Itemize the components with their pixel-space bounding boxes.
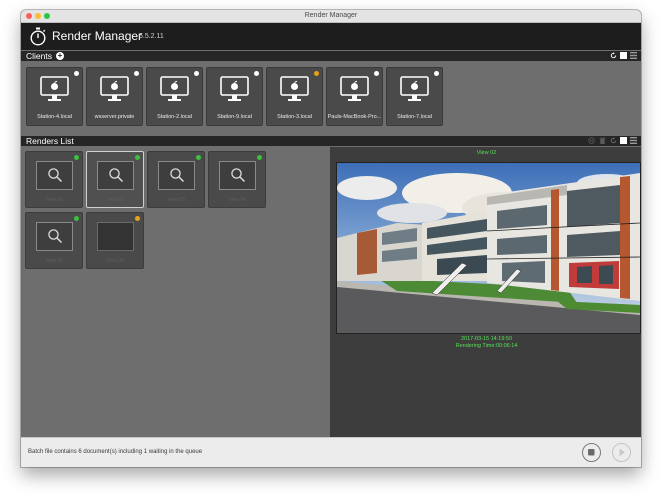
window-title: Render Manager xyxy=(304,12,358,19)
client-status-dot xyxy=(434,71,439,76)
client-name: Station-4.local xyxy=(37,114,72,120)
play-button[interactable] xyxy=(612,443,631,462)
client-name: Pauls-MacBook-Pro... xyxy=(327,114,382,120)
app-window: Render Manager Render Manager 6.5.2.11 C… xyxy=(21,10,641,467)
client-status-dot xyxy=(254,71,259,76)
render-thumbnail xyxy=(97,161,134,190)
render-thumbnail xyxy=(219,161,256,190)
grid-view-icon[interactable] xyxy=(620,137,627,144)
render-card[interactable]: View 03 xyxy=(147,151,205,208)
monitor-icon xyxy=(100,76,129,101)
preview-caption: View 02 xyxy=(476,150,497,156)
render-status-dot xyxy=(135,155,140,160)
client-card[interactable]: Station-4.local xyxy=(26,67,83,126)
client-card[interactable]: Station-3.local xyxy=(266,67,323,126)
magnifier-icon xyxy=(170,168,185,183)
client-name: Station-3.local xyxy=(277,114,312,120)
render-status-dot xyxy=(196,155,201,160)
add-client-icon[interactable]: + xyxy=(56,52,64,60)
renders-title: Renders List xyxy=(26,136,74,146)
magnifier-icon xyxy=(48,229,63,244)
magnifier-icon xyxy=(231,168,246,183)
render-status-dot xyxy=(135,216,140,221)
client-name: wsserver.private xyxy=(94,114,135,120)
render-status-dot xyxy=(74,155,79,160)
list-view-icon[interactable] xyxy=(630,137,637,144)
monitor-icon xyxy=(40,76,69,101)
render-card-selected[interactable]: View 02 xyxy=(86,151,144,208)
render-name: View 02 xyxy=(106,197,124,203)
magnifier-icon xyxy=(109,168,124,183)
render-card[interactable]: View 06 xyxy=(86,212,144,269)
preview-render-time: Rendering Time:00:06:14 xyxy=(455,343,518,349)
render-thumbnail xyxy=(158,161,195,190)
client-status-dot xyxy=(134,71,139,76)
client-card[interactable]: Pauls-MacBook-Pro... xyxy=(326,67,383,126)
render-status-dot xyxy=(74,216,79,221)
monitor-icon xyxy=(340,76,369,101)
refresh-icon[interactable] xyxy=(610,52,617,59)
client-status-dot xyxy=(74,71,79,76)
batch-status-text: Batch file contains 6 document(s) includ… xyxy=(28,449,203,455)
render-name: View 06 xyxy=(106,258,124,264)
client-card[interactable]: Station-9.local xyxy=(206,67,263,126)
render-name: View 01 xyxy=(45,197,63,203)
window-titlebar: Render Manager xyxy=(21,10,641,23)
stop-button[interactable] xyxy=(582,443,601,462)
renders-section-bar: Renders List xyxy=(21,136,641,146)
app-version: 6.5.2.11 xyxy=(139,33,164,40)
app-header: Render Manager 6.5.2.11 xyxy=(21,23,641,50)
renders-grid: View 01 View 02 View 03 View 04 View 05 … xyxy=(21,147,330,437)
preview-date: 2017-03-15 14:19:50 xyxy=(460,336,513,342)
render-card[interactable]: View 05 xyxy=(25,212,83,269)
client-card[interactable]: Station-7.local xyxy=(386,67,443,126)
client-status-dot xyxy=(314,71,319,76)
render-thumbnail xyxy=(36,222,73,251)
render-card[interactable]: View 04 xyxy=(208,151,266,208)
client-name: Station-2.local xyxy=(157,114,192,120)
render-name: View 04 xyxy=(228,197,246,203)
clients-section-bar: Clients + xyxy=(21,51,641,61)
list-view-icon[interactable] xyxy=(630,52,637,59)
stop-icon xyxy=(588,449,595,456)
client-name: Station-9.local xyxy=(217,114,252,120)
client-name: Station-7.local xyxy=(397,114,432,120)
status-footer: Batch file contains 6 document(s) includ… xyxy=(21,437,641,467)
preview-info: 2017-03-15 14:19:50 Rendering Time:00:06… xyxy=(332,336,641,350)
render-name: View 03 xyxy=(167,197,185,203)
pause-icon[interactable] xyxy=(588,137,595,144)
clients-title: Clients xyxy=(26,51,52,61)
monitor-icon xyxy=(220,76,249,101)
monitor-icon xyxy=(400,76,429,101)
client-status-dot xyxy=(194,71,199,76)
render-card[interactable]: View 01 xyxy=(25,151,83,208)
clients-area: Station-4.local wsserver.private Station… xyxy=(21,62,641,135)
magnifier-icon xyxy=(48,168,63,183)
monitor-icon xyxy=(160,76,189,101)
render-preview-image[interactable] xyxy=(336,162,641,334)
render-name: View 05 xyxy=(45,258,63,264)
stopwatch-icon xyxy=(30,27,46,46)
client-status-dot xyxy=(374,71,379,76)
client-card[interactable]: wsserver.private xyxy=(86,67,143,126)
refresh-icon[interactable] xyxy=(610,137,617,144)
trash-icon[interactable] xyxy=(599,137,606,144)
preview-panel: View 02 2017-03-15 14:19:50 Rendering Ti… xyxy=(332,147,641,437)
client-card[interactable]: Station-2.local xyxy=(146,67,203,126)
app-name: Render Manager xyxy=(52,29,143,43)
render-status-dot xyxy=(257,155,262,160)
play-icon xyxy=(619,448,625,457)
render-thumbnail-pending xyxy=(97,222,134,251)
grid-view-icon[interactable] xyxy=(620,52,627,59)
monitor-icon xyxy=(280,76,309,101)
render-thumbnail xyxy=(36,161,73,190)
